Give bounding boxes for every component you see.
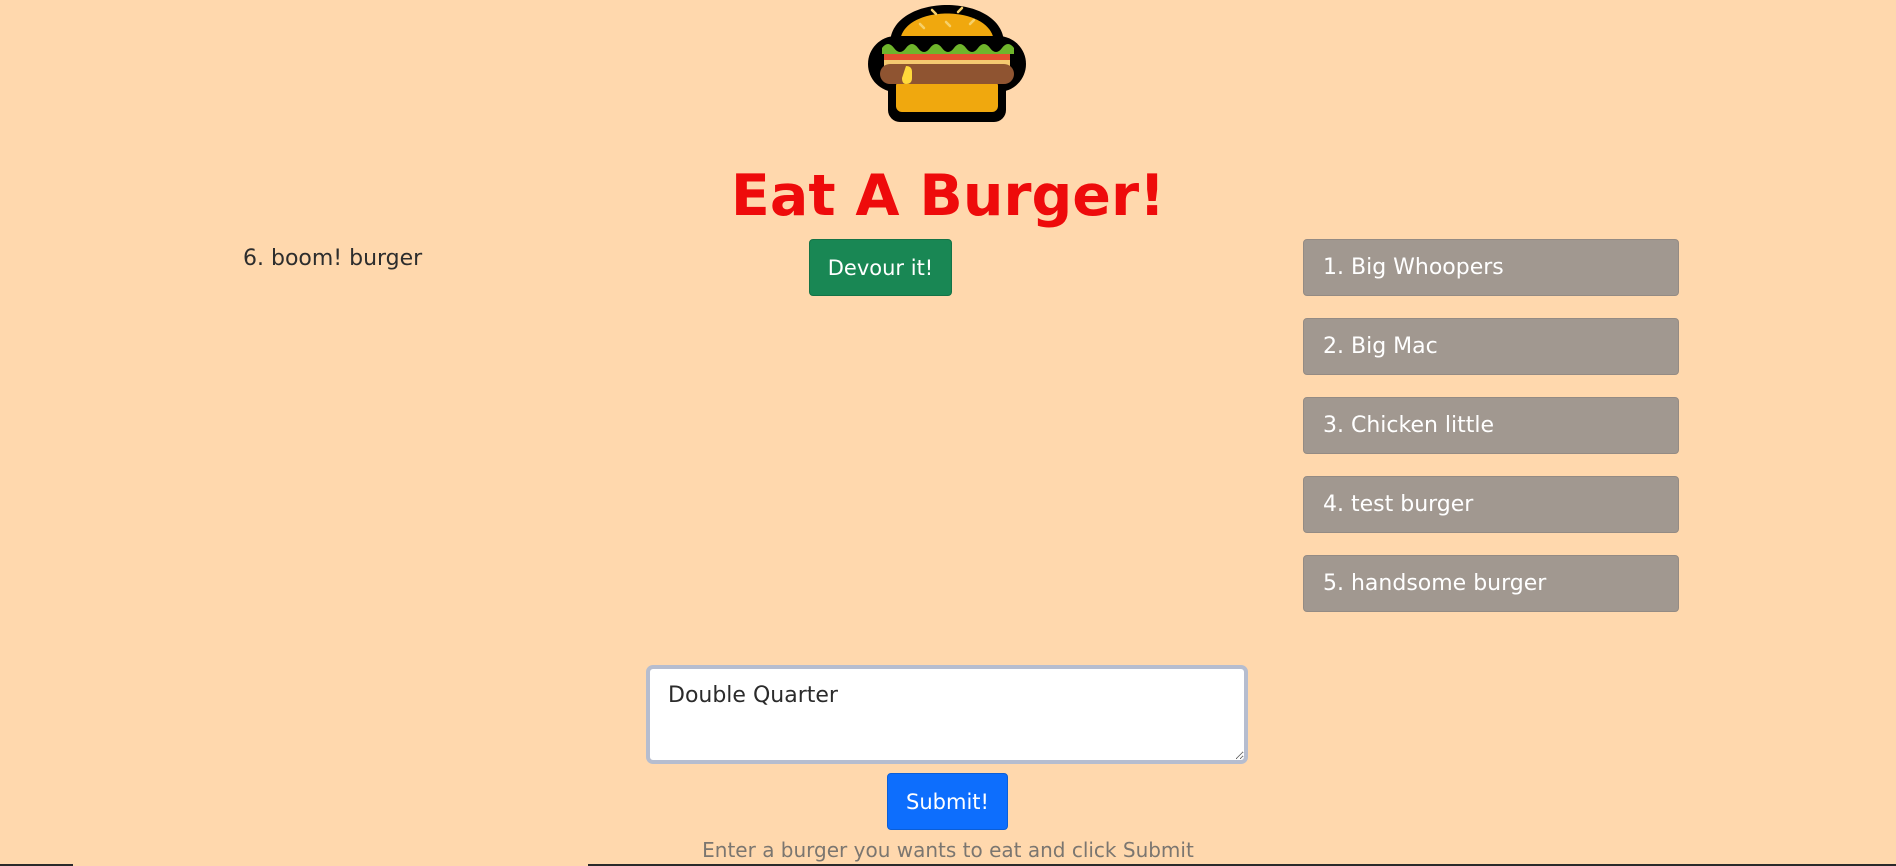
- devoured-item: 6. boom! burger: [243, 246, 423, 271]
- devoured-list: 6. boom! burger: [243, 244, 422, 274]
- burger-item[interactable]: 4. test burger: [1303, 476, 1679, 533]
- hamburger-icon: [868, 5, 1026, 122]
- burger-item[interactable]: 1. Big Whoopers: [1303, 239, 1679, 296]
- help-text: Enter a burger you wants to eat and clic…: [702, 838, 1194, 862]
- burger-name-input[interactable]: Double Quarter: [646, 665, 1248, 764]
- page: Eat A Burger! 6. boom! burger Devour it!…: [0, 0, 1896, 866]
- burger-item[interactable]: 3. Chicken little: [1303, 397, 1679, 454]
- burger-item[interactable]: 5. handsome burger: [1303, 555, 1679, 612]
- page-title: Eat A Burger!: [730, 163, 1166, 229]
- devour-button[interactable]: Devour it!: [809, 239, 952, 296]
- burger-menu-list: 1. Big Whoopers 2. Big Mac 3. Chicken li…: [1303, 239, 1679, 634]
- burger-item[interactable]: 2. Big Mac: [1303, 318, 1679, 375]
- submit-button[interactable]: Submit!: [887, 773, 1008, 830]
